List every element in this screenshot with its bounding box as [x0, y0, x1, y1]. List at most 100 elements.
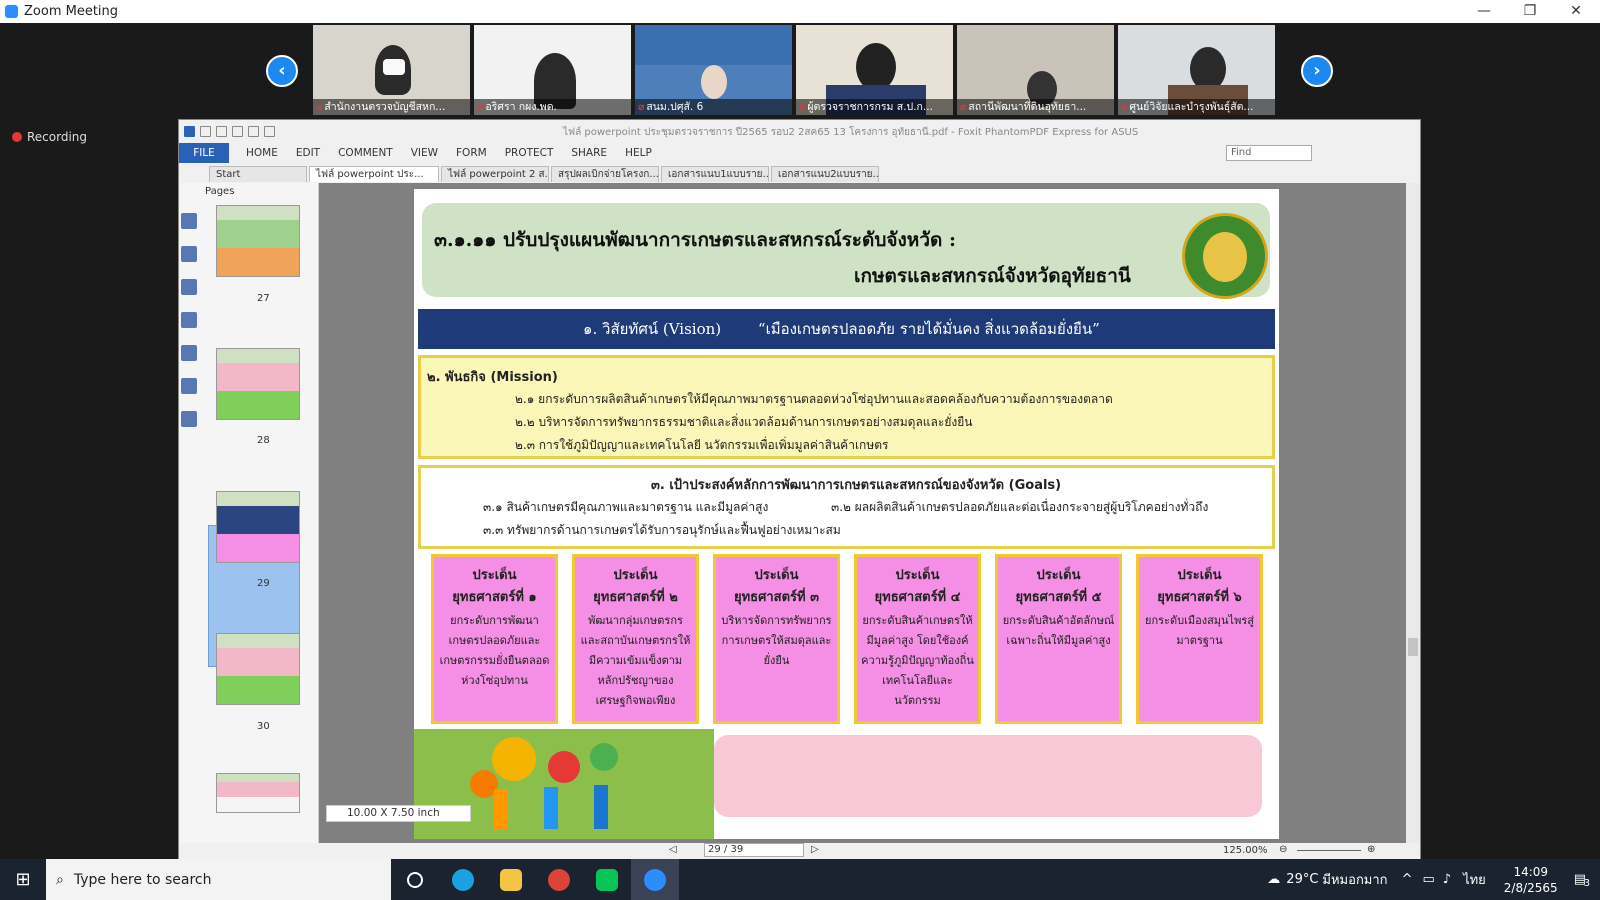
menu-file[interactable]: FILE [179, 143, 229, 163]
page-thumbnail[interactable] [216, 633, 300, 705]
restore-button[interactable]: ❐ [1508, 0, 1552, 23]
chrome-icon[interactable] [535, 859, 583, 900]
weather-temp[interactable]: 29°C [1286, 872, 1318, 887]
menu-view[interactable]: VIEW [402, 147, 447, 159]
menu-comment[interactable]: COMMENT [329, 147, 402, 159]
network-icon[interactable]: ▭ [1422, 872, 1434, 887]
find-input[interactable]: Find [1226, 145, 1312, 161]
lock-icon[interactable] [181, 378, 197, 394]
zoom-taskbar-icon[interactable] [631, 859, 679, 900]
tab-document[interactable]: เอกสารแนบ1แบบราย... [661, 166, 769, 182]
strategy-number: ยุทธศาสตร์ที่ ๒ [593, 590, 678, 605]
pages-icon[interactable] [181, 246, 197, 262]
menu-protect[interactable]: PROTECT [496, 147, 563, 159]
menu-form[interactable]: FORM [447, 147, 496, 159]
muted-mic-icon: ⌀ [960, 101, 967, 113]
goals-box: ๓. เป้าประสงค์หลักการพัฒนาการเกษตรและสหก… [418, 465, 1275, 549]
bookmark-icon[interactable] [181, 213, 197, 229]
vertical-scrollbar[interactable] [1406, 183, 1420, 843]
participant-name: ศูนย์วิจัยและบำรุงพันธุ์สัต... [1129, 101, 1254, 113]
signature-icon[interactable] [181, 411, 197, 427]
save-icon[interactable] [216, 125, 227, 137]
participant-tile[interactable]: ⌀ สนม.ปศุสั. 6 [635, 25, 792, 115]
tab-document[interactable]: ไฟล์ powerpoint 2 ส... [441, 166, 549, 182]
vision-label: ๑. วิสัยทัศน์ (Vision) [583, 320, 722, 338]
weather-icon: ☁ [1267, 872, 1281, 887]
slide-title-line2: เกษตรและสหกรณ์จังหวัดอุทัยธานี [854, 265, 1131, 287]
page-number-label: 30 [257, 721, 270, 732]
menu-share[interactable]: SHARE [562, 147, 616, 159]
strategy-description: ยกระดับเมืองสมุนไพรสู่มาตรฐาน [1145, 614, 1254, 647]
page-number-box[interactable]: 29 / 39 [704, 843, 804, 857]
menu-help[interactable]: HELP [616, 147, 661, 159]
line-app-icon[interactable] [583, 859, 631, 900]
page-thumbnail[interactable] [216, 773, 300, 813]
zoom-level[interactable]: 125.00% [1223, 845, 1268, 856]
ministry-seal-logo [1182, 213, 1268, 299]
page-number-label: 27 [257, 293, 270, 304]
close-button[interactable]: ✕ [1554, 0, 1598, 23]
zoom-in-icon[interactable]: ⊕ [1367, 844, 1375, 855]
clock[interactable]: 14:09 2/8/2565 [1504, 864, 1558, 896]
participant-tile[interactable]: ⌀ สถานีพัฒนาที่ดินอุทัยธา... [957, 25, 1114, 115]
menu-edit[interactable]: EDIT [287, 147, 329, 159]
participant-tile[interactable]: ⌀ อริศรา กผง.พด. [474, 25, 631, 115]
mission-box: ๒. พันธกิจ (Mission) ๒.๑ ยกระดับการผลิตส… [418, 355, 1275, 459]
print-icon[interactable] [232, 125, 243, 137]
muted-mic-icon: ⌀ [316, 101, 323, 113]
task-view-icon[interactable] [391, 859, 439, 900]
notification-icon[interactable]: ▤ 3 [1574, 872, 1590, 889]
taskbar-search[interactable]: ⌕ Type here to search [46, 859, 391, 900]
strategy-title: ประเด็น [1177, 568, 1222, 583]
comments-icon[interactable] [181, 312, 197, 328]
weather-text[interactable]: มีหมอกมาก [1322, 869, 1387, 890]
tab-document[interactable]: ไฟล์ powerpoint ประ... [309, 166, 439, 182]
volume-icon[interactable]: ♪ [1443, 872, 1451, 887]
page-thumbnail[interactable] [216, 205, 300, 277]
app-logo-icon [184, 125, 195, 137]
menu-home[interactable]: HOME [237, 147, 287, 159]
window-title: Zoom Meeting [24, 4, 119, 19]
participant-tile[interactable]: ⌀ ผู้ตรวจราชการกรม ส.ป.ก... [796, 25, 953, 115]
layers-icon[interactable] [181, 279, 197, 295]
edge-icon[interactable] [439, 859, 487, 900]
page-thumbnail[interactable] [216, 348, 300, 420]
gallery-prev-button[interactable]: ‹ [266, 55, 298, 87]
quick-access-toolbar: ไฟล์ powerpoint ประชุมตรวจราชการ ปี2565 … [179, 120, 1420, 142]
mission-item: ๒.๑ ยกระดับการผลิตสินค้าเกษตรให้มีคุณภาพ… [515, 392, 1113, 406]
recording-indicator: Recording [12, 130, 87, 144]
strategy-description: ยกระดับสินค้าเกษตรให้มีมูลค่าสูง โดยใช้อ… [861, 614, 974, 707]
gallery-next-button[interactable]: › [1301, 55, 1333, 87]
next-page-icon[interactable]: ▷ [811, 844, 819, 855]
slide-page: ๓.๑.๑๑ ปรับปรุงแผนพัฒนาการเกษตรและสหกรณ์… [414, 189, 1279, 839]
mission-item: ๒.๓ การใช้ภูมิปัญญาและเทคโนโลยี นวัตกรรม… [515, 438, 889, 452]
prev-page-icon[interactable]: ◁ [669, 844, 677, 855]
input-language[interactable]: ไทย [1463, 869, 1486, 890]
redo-icon[interactable] [264, 125, 275, 137]
show-hidden-icons[interactable]: ^ [1402, 872, 1413, 887]
page-thumbnail-selected[interactable] [216, 491, 300, 563]
start-button[interactable]: ⊞ [0, 859, 46, 900]
vision-bar: ๑. วิสัยทัศน์ (Vision) “เมืองเกษตรปลอดภั… [418, 309, 1275, 349]
undo-icon[interactable] [248, 125, 259, 137]
strategy-description: บริหารจัดการทรัพยากรการเกษตรให้สมดุลและย… [721, 614, 832, 667]
search-icon: ⌕ [56, 871, 64, 888]
page-size-info: 10.00 X 7.50 inch [326, 805, 471, 822]
open-icon[interactable] [200, 125, 211, 137]
strategy-number: ยุทธศาสตร์ที่ ๓ [733, 590, 819, 605]
participant-tile[interactable]: ⌀ ศูนย์วิจัยและบำรุงพันธุ์สัต... [1118, 25, 1275, 115]
document-view[interactable]: ๓.๑.๑๑ ปรับปรุงแผนพัฒนาการเกษตรและสหกรณ์… [319, 183, 1406, 843]
document-title: ไฟล์ powerpoint ประชุมตรวจราชการ ปี2565 … [563, 127, 1139, 138]
tab-document[interactable]: เอกสารแนบ2แบบราย... [771, 166, 879, 182]
tab-document[interactable]: สรุปผลเบิกจ่ายโครงก... [551, 166, 659, 182]
attachment-icon[interactable] [181, 345, 197, 361]
zoom-out-icon[interactable]: ⊖ [1279, 844, 1287, 855]
windows-taskbar: ⊞ ⌕ Type here to search ☁ 29°C มีหมอกมาก… [0, 859, 1600, 900]
side-tools [181, 205, 201, 444]
minimize-button[interactable]: — [1462, 0, 1506, 23]
participant-tile[interactable]: ⌀ สำนักงานตรวจบัญชีสหก... [313, 25, 470, 115]
zoom-slider[interactable] [1297, 850, 1361, 851]
tab-start[interactable]: Start [209, 166, 307, 182]
system-tray: ☁ 29°C มีหมอกมาก ^ ▭ ♪ ไทย 14:09 2/8/256… [1267, 859, 1600, 900]
file-explorer-icon[interactable] [487, 859, 535, 900]
